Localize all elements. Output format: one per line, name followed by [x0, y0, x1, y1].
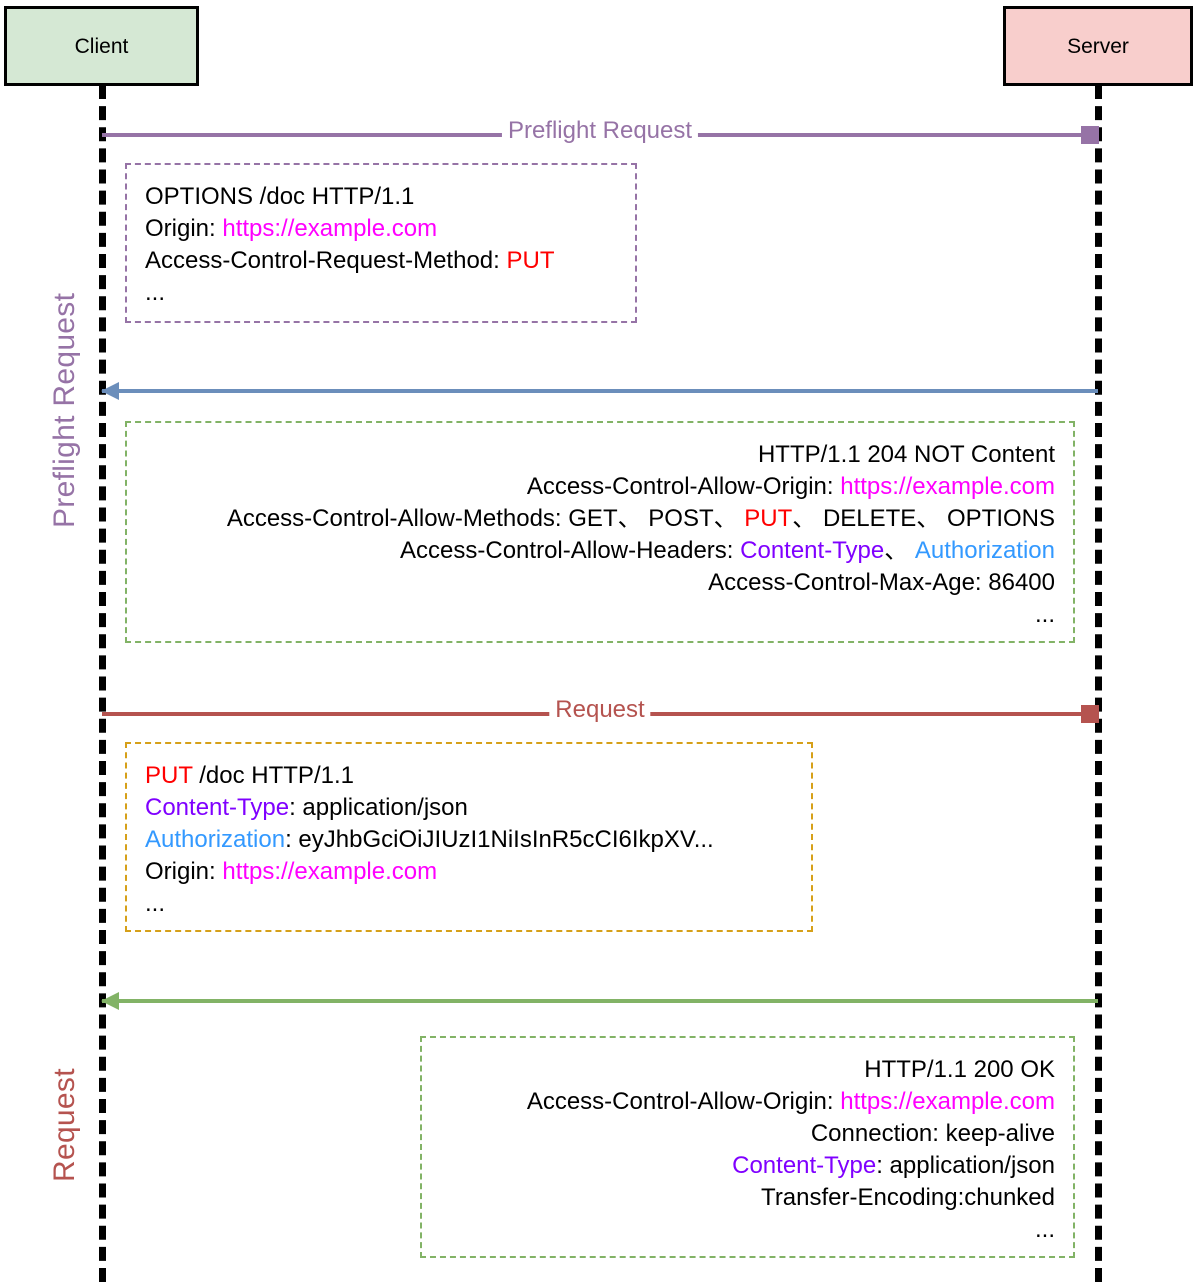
note-token: Authorization [914, 537, 1055, 564]
message-actual-response[interactable] [101, 988, 1098, 1014]
note-line: Access-Control-Max-Age: 86400 [145, 567, 1055, 599]
note-actual-request: PUT /doc HTTP/1.1 Content-Type: applicati… [125, 742, 813, 932]
note-token: HTTP/1.1 204 NOT Content [757, 441, 1055, 468]
note-token: Transfer-Encoding:chunked [761, 1184, 1055, 1211]
note-token: Access-Control-Request-Method: [145, 247, 507, 274]
note-line: Access-Control-Allow-Methods: GET、 POST、… [145, 503, 1055, 535]
note-line: Origin: https://example.com [145, 856, 793, 888]
message-line [102, 999, 1098, 1003]
message-line [102, 389, 1098, 393]
participant-client-label: Client [74, 34, 129, 58]
note-token: PUT [744, 505, 793, 532]
note-token: Origin: [145, 858, 223, 885]
note-line: Content-Type: application/json [145, 792, 793, 824]
note-token: : application/json [876, 1152, 1055, 1179]
note-line: Access-Control-Allow-Origin: https://exa… [440, 1086, 1055, 1118]
arrowhead-left-icon [101, 992, 119, 1010]
message-preflight-request[interactable]: Preflight Request [102, 118, 1099, 148]
note-line: HTTP/1.1 204 NOT Content [145, 439, 1055, 471]
lifeline-client [99, 85, 106, 1282]
note-line: ... [145, 277, 617, 309]
arrowhead-left-icon [101, 382, 119, 400]
note-token: : application/json [289, 794, 468, 821]
note-token: https://example.com [222, 858, 438, 885]
note-line: Content-Type: application/json [440, 1150, 1055, 1182]
phase-label-request: Request [48, 1068, 81, 1182]
lifeline-server [1095, 85, 1102, 1282]
arrowhead-right-icon [1081, 126, 1099, 144]
note-token: https://example.com [840, 1088, 1055, 1115]
note-token: Content-Type [740, 537, 885, 564]
note-token: Content-Type [145, 794, 290, 821]
arrowhead-right-icon [1081, 705, 1099, 723]
phase-label-preflight: Preflight Request [48, 292, 81, 528]
participant-server-label: Server [1067, 34, 1129, 58]
note-line: HTTP/1.1 200 OK [440, 1054, 1055, 1086]
note-token: PUT [145, 762, 193, 789]
note-line: Authorization: eyJhbGciOiJIUzI1NiIsInR5c… [145, 824, 793, 856]
note-token: OPTIONS /doc HTTP/1.1 [145, 183, 415, 210]
note-line: PUT /doc HTTP/1.1 [145, 760, 793, 792]
note-token: Origin: [145, 215, 223, 242]
message-actual-request[interactable]: Request [102, 697, 1099, 727]
participant-client[interactable]: Client [4, 6, 199, 86]
message-preflight-response[interactable] [101, 378, 1098, 404]
note-token: Access-Control-Max-Age: 86400 [708, 569, 1055, 596]
note-line: Access-Control-Allow-Origin: https://exa… [145, 471, 1055, 503]
note-line: ... [145, 599, 1055, 631]
note-token: Access-Control-Allow-Origin: [526, 473, 841, 500]
note-token: 、 [884, 537, 915, 564]
note-line: Access-Control-Request-Method: PUT [145, 245, 617, 277]
note-line: ... [440, 1214, 1055, 1246]
note-token: 、 DELETE、 OPTIONS [792, 505, 1055, 532]
note-line: Origin: https://example.com [145, 213, 617, 245]
note-line: ... [145, 888, 793, 920]
note-token: /doc HTTP/1.1 [192, 762, 354, 789]
note-token: : eyJhbGciOiJIUzI1NiIsInR5cCI6IkpXV... [285, 826, 714, 853]
note-token: https://example.com [222, 215, 438, 242]
message-preflight-request-label: Preflight Request [501, 118, 699, 144]
note-token: https://example.com [840, 473, 1055, 500]
note-token: ... [145, 890, 166, 917]
message-actual-request-label: Request [549, 697, 651, 723]
note-token: HTTP/1.1 200 OK [864, 1056, 1055, 1083]
note-actual-response: HTTP/1.1 200 OK Access-Control-Allow-Orig… [420, 1036, 1075, 1258]
note-line: Transfer-Encoding:chunked [440, 1182, 1055, 1214]
note-token: ... [1034, 601, 1055, 628]
note-token: Content-Type [732, 1152, 877, 1179]
note-line: Connection: keep-alive [440, 1118, 1055, 1150]
note-line: Access-Control-Allow-Headers: Content-Ty… [145, 535, 1055, 567]
note-token: Authorization [145, 826, 286, 853]
note-preflight-response: HTTP/1.1 204 NOT Content Access-Control-A… [125, 421, 1075, 643]
note-line: OPTIONS /doc HTTP/1.1 [145, 181, 617, 213]
note-token: Connection: keep-alive [810, 1120, 1055, 1147]
participant-server[interactable]: Server [1003, 6, 1193, 86]
note-token: PUT [506, 247, 555, 274]
note-token: ... [1034, 1216, 1055, 1243]
note-token: Access-Control-Allow-Methods: GET、 POST、 [226, 505, 745, 532]
note-token: Access-Control-Allow-Origin: [526, 1088, 841, 1115]
note-preflight-request: OPTIONS /doc HTTP/1.1 Origin: https://exa… [125, 163, 637, 323]
cors-sequence-diagram: Client Server Preflight Request Request … [0, 0, 1202, 1282]
note-token: ... [145, 279, 166, 306]
note-token: Access-Control-Allow-Headers: [400, 537, 741, 564]
